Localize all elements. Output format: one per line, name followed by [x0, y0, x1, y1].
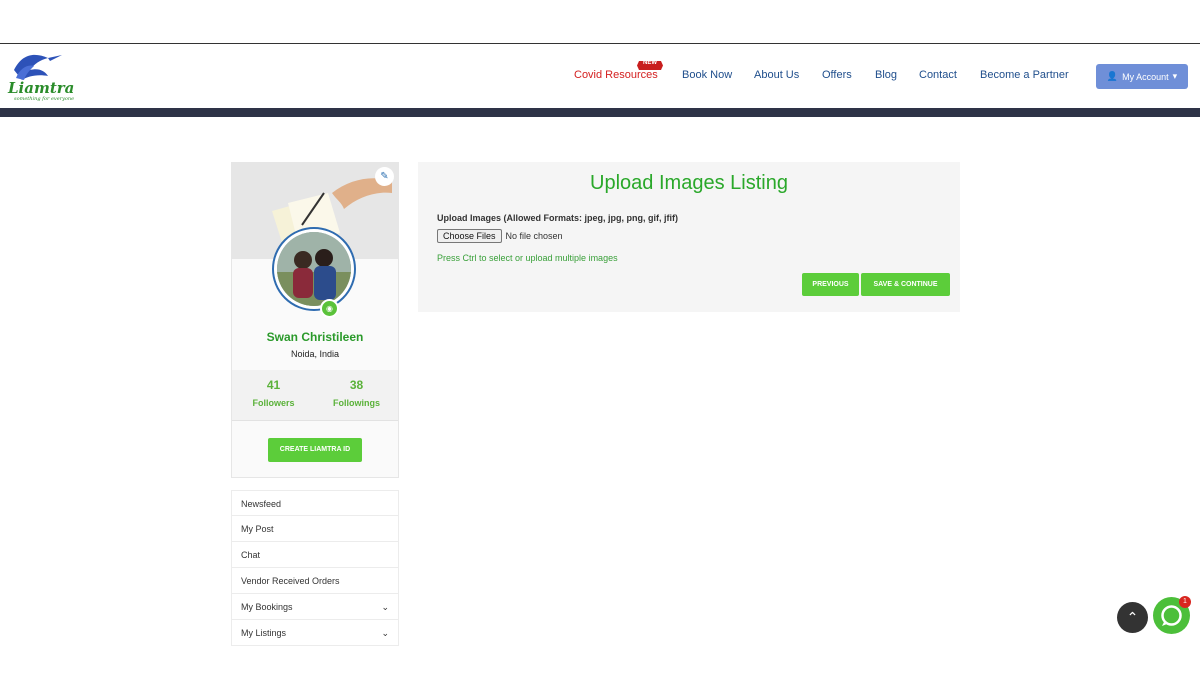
- previous-button[interactable]: PREVIOUS: [802, 273, 859, 296]
- file-input[interactable]: Choose Files No file chosen: [437, 229, 563, 243]
- my-account-label: My Account: [1122, 71, 1169, 82]
- menu-item-chat[interactable]: Chat: [231, 542, 399, 568]
- profile-stats: 41 Followers 38 Followings: [232, 370, 398, 420]
- menu-item-vendor-received-orders[interactable]: Vendor Received Orders: [231, 568, 399, 594]
- profile-name[interactable]: Swan Christileen: [232, 330, 398, 344]
- followers-label: Followers: [252, 398, 295, 408]
- menu-item-my-listings[interactable]: My Listings ⌄: [231, 620, 399, 646]
- upload-label: Upload Images (Allowed Formats: jpeg, jp…: [437, 213, 679, 223]
- page-title: Upload Images Listing: [590, 172, 788, 194]
- nav-offers[interactable]: Offers: [822, 69, 852, 81]
- nav-about-us[interactable]: About Us: [754, 69, 799, 81]
- followings-count: 38: [349, 378, 364, 392]
- page: Liamtra something for everyone NEW Covid…: [0, 0, 1200, 685]
- my-account-button[interactable]: 👤 My Account ▾: [1096, 64, 1188, 89]
- create-liamtra-id-button[interactable]: CREATE LIAMTRA ID: [268, 438, 362, 462]
- menu-item-label: Chat: [241, 550, 261, 560]
- user-icon: 👤: [1106, 71, 1119, 81]
- nav-become-partner[interactable]: Become a Partner: [980, 69, 1069, 81]
- side-menu: Newsfeed My Post Chat Vendor Received Or…: [231, 490, 399, 646]
- profile-location: Noida, India: [290, 349, 340, 359]
- divider: [232, 420, 398, 421]
- save-continue-button[interactable]: SAVE & CONTINUE: [861, 273, 950, 296]
- edit-icon[interactable]: ✎: [375, 167, 394, 186]
- header-bar: [0, 108, 1200, 117]
- menu-item-my-bookings[interactable]: My Bookings ⌄: [231, 594, 399, 620]
- menu-item-label: My Post: [241, 524, 274, 534]
- camera-icon[interactable]: ◉: [320, 299, 339, 318]
- nav-book-now[interactable]: Book Now: [682, 69, 732, 81]
- menu-item-my-post[interactable]: My Post: [231, 516, 399, 542]
- nav-blog[interactable]: Blog: [875, 69, 897, 81]
- menu-item-label: Newsfeed: [241, 499, 282, 509]
- chevron-up-icon[interactable]: ⌃: [1117, 602, 1148, 633]
- chevron-down-icon: ▾: [1172, 71, 1178, 81]
- file-status: No file chosen: [505, 231, 563, 241]
- followings-label: Followings: [333, 398, 380, 408]
- profile-card: ✎ ◉ Swan Christileen Noida, India 41 Fol…: [231, 162, 399, 478]
- menu-item-label: My Listings: [241, 628, 287, 638]
- choose-files-button[interactable]: Choose Files: [437, 229, 502, 243]
- menu-item-newsfeed[interactable]: Newsfeed: [231, 490, 399, 516]
- chat-badge: 1: [1179, 596, 1191, 608]
- chevron-down-icon: ⌄: [381, 628, 389, 638]
- followings-stat[interactable]: 38 Followings: [315, 378, 398, 408]
- avatar[interactable]: [272, 227, 356, 311]
- followers-count: 41: [266, 378, 281, 392]
- new-badge: NEW: [637, 58, 663, 70]
- nav-contact[interactable]: Contact: [919, 69, 957, 81]
- upload-hint: Press Ctrl to select or upload multiple …: [437, 253, 618, 263]
- chevron-down-icon: ⌄: [381, 602, 389, 612]
- menu-item-label: My Bookings: [241, 602, 293, 612]
- menu-item-label: Vendor Received Orders: [241, 576, 340, 586]
- followers-stat[interactable]: 41 Followers: [232, 378, 315, 408]
- nav-covid-resources[interactable]: Covid Resources: [574, 69, 658, 81]
- logo-text: Liamtra: [8, 79, 75, 97]
- logo-tagline: something for everyone: [14, 96, 75, 102]
- upload-panel: Upload Images Listing Upload Images (All…: [418, 162, 960, 312]
